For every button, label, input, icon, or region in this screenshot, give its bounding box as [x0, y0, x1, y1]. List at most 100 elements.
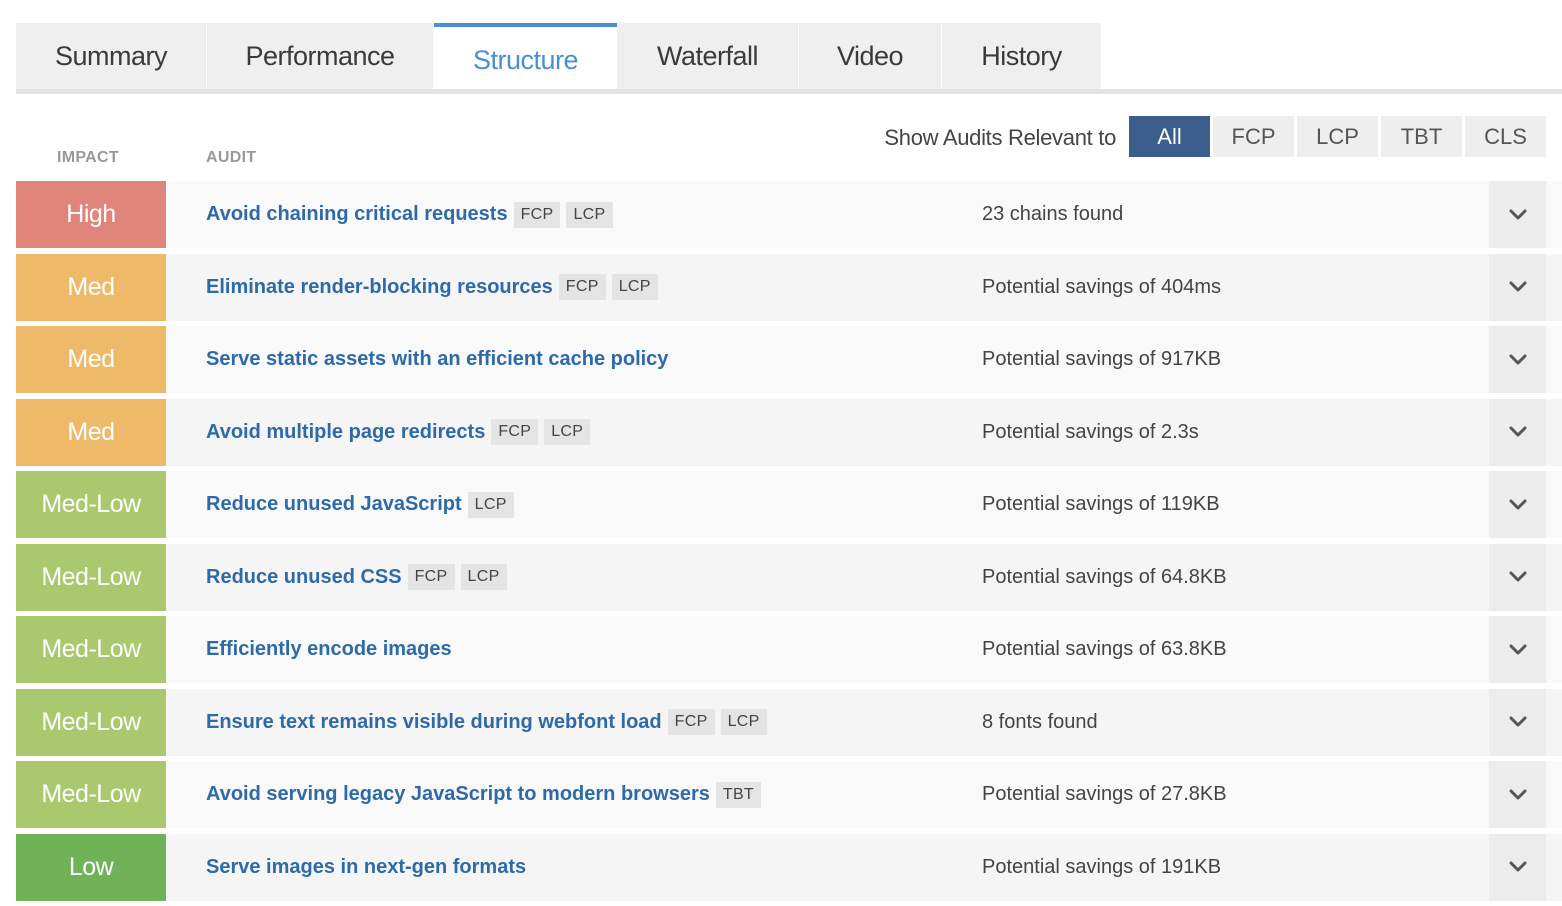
impact-badge: Med-Low — [16, 471, 166, 538]
impact-badge: Med-Low — [16, 761, 166, 828]
expand-button[interactable] — [1489, 833, 1546, 901]
chevron-down-icon — [1509, 716, 1526, 727]
filter-tbt-button[interactable]: TBT — [1381, 116, 1462, 157]
impact-badge: Med — [16, 398, 166, 466]
audit-result: Potential savings of 404ms — [982, 275, 1222, 298]
audit-list: High Avoid chaining critical requests FCP L… — [16, 181, 1562, 906]
audit-title-link[interactable]: Eliminate render-blocking resources — [206, 276, 553, 299]
chevron-down-icon — [1509, 354, 1526, 364]
expand-button[interactable] — [1489, 543, 1546, 611]
audit-title-link[interactable]: Avoid serving legacy JavaScript to moder… — [206, 783, 710, 806]
audit-title-link[interactable]: Serve static assets with an efficient ca… — [206, 348, 668, 371]
audit-cell: Serve images in next-gen formats — [206, 834, 526, 901]
audit-cell: Avoid serving legacy JavaScript to moder… — [206, 761, 762, 828]
metric-tag: LCP — [467, 491, 514, 518]
metric-tag: FCP — [513, 201, 561, 228]
chevron-down-icon — [1509, 281, 1526, 292]
audit-title-link[interactable]: Efficiently encode images — [206, 638, 452, 661]
tab-underline — [16, 89, 1562, 94]
metric-tag: LCP — [460, 564, 507, 590]
expand-button[interactable] — [1489, 688, 1546, 756]
metric-tag: TBT — [715, 781, 762, 808]
expand-button[interactable] — [1489, 253, 1546, 321]
expand-button[interactable] — [1489, 326, 1546, 393]
audit-result: Potential savings of 191KB — [982, 855, 1222, 878]
audit-row[interactable]: High Avoid chaining critical requests FCP L… — [16, 181, 1562, 248]
audit-result: 8 fonts found — [982, 710, 1098, 733]
filter-fcp-button[interactable]: FCP — [1213, 116, 1294, 157]
tab-bar: Summary Performance Structure Waterfall … — [16, 23, 1102, 94]
audit-result: Potential savings of 64.8KB — [982, 565, 1227, 588]
tab-history[interactable]: History — [942, 23, 1102, 89]
audit-cell: Reduce unused JavaScript LCP — [206, 471, 514, 538]
impact-badge: Med-Low — [16, 543, 166, 611]
impact-badge: High — [16, 181, 166, 248]
audit-result: Potential savings of 63.8KB — [982, 638, 1227, 660]
chevron-down-icon — [1509, 861, 1526, 872]
audit-title-link[interactable]: Ensure text remains visible during webfo… — [206, 711, 662, 734]
audit-row[interactable]: Low Serve images in next-gen formats Poten… — [16, 833, 1562, 901]
impact-badge: Med-Low — [16, 688, 166, 756]
metric-tag: LCP — [544, 419, 591, 445]
tab-summary[interactable]: Summary — [16, 23, 207, 89]
audit-title-link[interactable]: Serve images in next-gen formats — [206, 856, 526, 879]
audit-cell: Avoid chaining critical requests FCP LCP — [206, 181, 613, 248]
expand-button[interactable] — [1489, 761, 1546, 828]
filter-lcp-button[interactable]: LCP — [1297, 116, 1378, 157]
expand-button[interactable] — [1489, 398, 1546, 466]
audit-row[interactable]: Med-Low Reduce unused CSS FCP LCP Potential … — [16, 543, 1562, 611]
audit-row[interactable]: Med Serve static assets with an efficient… — [16, 326, 1562, 393]
audit-cell: Eliminate render-blocking resources FCP LC… — [206, 254, 658, 321]
audit-cell: Reduce unused CSS FCP LCP — [206, 544, 507, 611]
chevron-down-icon — [1509, 209, 1526, 219]
tab-waterfall[interactable]: Waterfall — [617, 23, 799, 89]
audit-column-header: AUDIT — [206, 149, 257, 166]
audit-result: 23 chains found — [982, 203, 1124, 225]
show-audits-label: Show Audits Relevant to — [884, 125, 1116, 150]
impact-column-header: IMPACT — [57, 149, 119, 166]
audit-title-link[interactable]: Reduce unused JavaScript — [206, 493, 462, 516]
metric-tag: LCP — [720, 709, 767, 735]
expand-button[interactable] — [1489, 616, 1546, 683]
impact-badge: Low — [16, 833, 166, 901]
metric-tag: FCP — [667, 709, 715, 735]
audit-row[interactable]: Med-Low Reduce unused JavaScript LCP Potent… — [16, 471, 1562, 538]
audit-cell: Serve static assets with an efficient ca… — [206, 326, 668, 393]
chevron-down-icon — [1509, 571, 1526, 582]
metric-tag: FCP — [407, 564, 455, 590]
tab-video[interactable]: Video — [799, 23, 942, 89]
audit-cell: Ensure text remains visible during webfo… — [206, 689, 767, 756]
audit-row[interactable]: Med-Low Avoid serving legacy JavaScript t… — [16, 761, 1562, 828]
audit-row[interactable]: Med Eliminate render-blocking resources FC… — [16, 253, 1562, 321]
metric-tag: FCP — [558, 274, 606, 300]
chevron-down-icon — [1509, 499, 1526, 509]
tab-performance[interactable]: Performance — [207, 23, 434, 89]
expand-button[interactable] — [1489, 181, 1546, 248]
audit-result: Potential savings of 119KB — [982, 493, 1220, 515]
impact-badge: Med — [16, 326, 166, 393]
filter-all-button[interactable]: All — [1129, 116, 1210, 157]
audit-title-link[interactable]: Avoid multiple page redirects — [206, 421, 485, 444]
metric-filter-group: All FCP LCP TBT CLS — [1129, 116, 1549, 157]
audit-cell: Efficiently encode images — [206, 616, 452, 683]
audit-title-link[interactable]: Avoid chaining critical requests — [206, 203, 508, 226]
expand-button[interactable] — [1489, 471, 1546, 538]
audit-result: Potential savings of 917KB — [982, 348, 1222, 370]
metric-tag: FCP — [491, 419, 539, 445]
audit-row[interactable]: Med-Low Efficiently encode images Potentia… — [16, 616, 1562, 683]
audit-row[interactable]: Med-Low Ensure text remains visible durin… — [16, 688, 1562, 756]
audit-result: Potential savings of 27.8KB — [982, 783, 1227, 805]
chevron-down-icon — [1509, 789, 1526, 799]
audit-cell: Avoid multiple page redirects FCP LCP — [206, 399, 591, 466]
impact-badge: Med-Low — [16, 616, 166, 683]
audit-row[interactable]: Med Avoid multiple page redirects FCP LCP Po… — [16, 398, 1562, 466]
audit-title-link[interactable]: Reduce unused CSS — [206, 566, 402, 589]
filter-cls-button[interactable]: CLS — [1465, 116, 1546, 157]
impact-badge: Med — [16, 253, 166, 321]
chevron-down-icon — [1509, 644, 1526, 654]
metric-tag: LCP — [566, 201, 613, 228]
audit-result: Potential savings of 2.3s — [982, 420, 1199, 443]
chevron-down-icon — [1509, 426, 1526, 437]
metric-tag: LCP — [611, 274, 658, 300]
tab-structure[interactable]: Structure — [434, 23, 617, 94]
